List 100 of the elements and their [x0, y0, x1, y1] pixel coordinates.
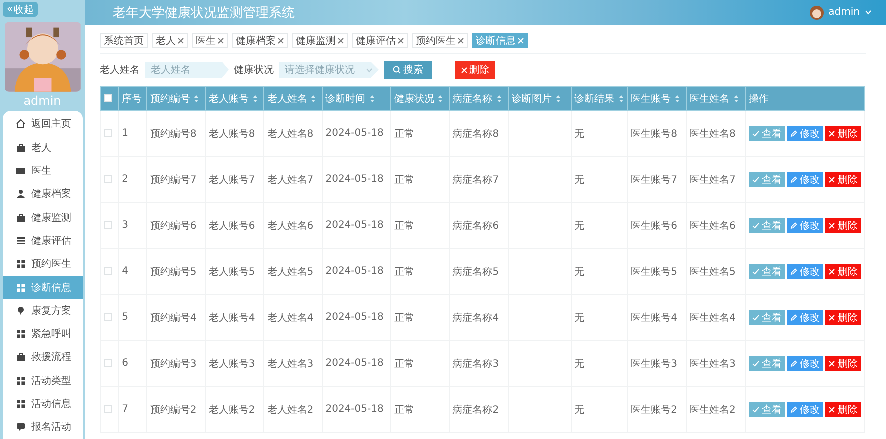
table-cell: 医生账号5 — [631, 266, 678, 278]
delete-button[interactable]: 删除 — [824, 402, 861, 417]
table-cell: 老人姓名8 — [267, 128, 314, 140]
close-icon — [828, 406, 836, 414]
table-cell: 医生姓名7 — [690, 174, 736, 186]
tab[interactable]: 诊断信息 — [472, 33, 528, 48]
sort-icon — [675, 94, 680, 102]
edit-button[interactable]: 修改 — [786, 356, 823, 371]
checkbox[interactable] — [104, 405, 112, 414]
table-cell: 无 — [574, 266, 585, 278]
delete-button[interactable]: 删除 — [824, 356, 861, 371]
checkbox[interactable] — [104, 94, 112, 102]
sidebar-item[interactable]: 康复方案 — [2, 299, 82, 323]
delete-button[interactable]: 删除 — [824, 126, 861, 141]
table-cell: 2024-05-18 — [326, 404, 384, 415]
sort-icon — [438, 94, 444, 102]
edit-button[interactable]: 修改 — [786, 218, 823, 233]
sidebar-item[interactable]: 活动信息 — [2, 392, 82, 416]
table-cell: 无 — [574, 312, 585, 324]
sidebar-item[interactable]: 返回主页 — [2, 112, 82, 136]
table-cell: 正常 — [394, 266, 414, 278]
view-button[interactable]: 查看 — [748, 310, 785, 325]
pencil-icon — [790, 176, 798, 184]
checkbox[interactable] — [104, 175, 112, 184]
view-button[interactable]: 查看 — [748, 172, 785, 187]
table-cell: 正常 — [394, 220, 414, 232]
tab[interactable]: 预约医生 — [412, 33, 468, 48]
table-cell: 3 — [122, 220, 129, 231]
edit-button[interactable]: 修改 — [786, 126, 823, 141]
tab[interactable]: 健康监测 — [292, 33, 348, 48]
sidebar-item[interactable]: 活动类型 — [2, 369, 82, 392]
delete-button[interactable]: 删除 — [455, 61, 495, 79]
table-cell: 病症名称3 — [452, 358, 500, 370]
caret-icon — [366, 68, 373, 72]
table-cell: 预约编号5 — [150, 266, 197, 278]
delete-button[interactable]: 删除 — [824, 172, 861, 187]
table-cell: 老人账号8 — [208, 128, 256, 140]
tab[interactable]: 医生 — [192, 33, 228, 48]
table-cell: 老人姓名7 — [267, 174, 314, 186]
collapse-button[interactable]: «收起 — [3, 2, 38, 17]
pencil-icon — [790, 268, 798, 276]
input-field[interactable]: 老人姓名 — [145, 62, 229, 78]
sidebar-item[interactable]: 健康评估 — [2, 229, 82, 253]
edit-button[interactable]: 修改 — [786, 310, 823, 325]
sidebar-item[interactable]: 诊断信息 — [2, 276, 82, 300]
search-icon — [392, 66, 400, 74]
tab[interactable]: 健康评估 — [352, 33, 408, 48]
view-button[interactable]: 查看 — [748, 126, 785, 141]
view-button[interactable]: 查看 — [748, 264, 785, 279]
sidebar-item[interactable]: 医生 — [2, 159, 82, 183]
tab[interactable]: 老人 — [152, 33, 188, 48]
delete-button[interactable]: 删除 — [824, 264, 861, 279]
pencil-icon — [790, 130, 798, 138]
table-cell: 老人姓名2 — [267, 404, 314, 416]
checkbox[interactable] — [104, 359, 112, 368]
sidebar-item[interactable]: 救援流程 — [2, 346, 82, 370]
sidebar-item[interactable]: 报名活动 — [2, 416, 82, 439]
sidebar-item[interactable]: 紧急呼叫 — [2, 322, 82, 346]
view-button[interactable]: 查看 — [748, 402, 785, 417]
sidebar-item[interactable]: 健康监测 — [2, 206, 82, 230]
table-cell: 正常 — [394, 358, 414, 370]
sidebar-item[interactable]: 预约医生 — [2, 252, 82, 276]
select-field[interactable]: 请选择健康状况 — [279, 62, 379, 78]
table-cell: 老人账号4 — [208, 312, 256, 324]
checkbox[interactable] — [104, 267, 112, 276]
sidebar-item[interactable]: 健康档案 — [2, 182, 82, 206]
table-cell: 病症名称5 — [452, 266, 500, 278]
table-cell: 老人姓名3 — [267, 358, 314, 370]
edit-button[interactable]: 修改 — [786, 264, 823, 279]
close-icon — [278, 38, 284, 44]
delete-button[interactable]: 删除 — [824, 218, 861, 233]
user-menu[interactable]: admin — [828, 7, 860, 18]
check-icon — [752, 406, 760, 414]
tab[interactable]: 系统首页 — [100, 33, 148, 48]
delete-button[interactable]: 删除 — [824, 310, 861, 325]
view-button[interactable]: 查看 — [748, 218, 785, 233]
check-icon — [752, 130, 760, 138]
edit-button[interactable]: 修改 — [786, 172, 823, 187]
column-header: 序号 — [122, 92, 142, 106]
table-cell: 6 — [122, 358, 129, 369]
checkbox[interactable] — [104, 129, 112, 138]
table-cell: 4 — [122, 266, 129, 277]
sort-icon — [734, 94, 739, 102]
close-icon — [338, 38, 344, 44]
id-card-icon — [16, 166, 26, 176]
check-icon — [752, 360, 760, 368]
edit-button[interactable]: 修改 — [786, 402, 823, 417]
sidebar-item[interactable]: 老人 — [2, 136, 82, 160]
checkbox[interactable] — [104, 313, 112, 322]
checkbox[interactable] — [104, 221, 112, 230]
table-cell: 预约编号3 — [150, 358, 197, 370]
close-icon — [518, 38, 524, 44]
close-icon — [828, 222, 836, 230]
search-button[interactable]: 搜索 — [384, 61, 432, 79]
table-cell: 老人姓名5 — [267, 266, 314, 278]
table-cell: 无 — [574, 358, 585, 370]
tab[interactable]: 健康档案 — [232, 33, 288, 48]
view-button[interactable]: 查看 — [748, 356, 785, 371]
table-cell: 病症名称2 — [452, 404, 500, 416]
caret-icon — [865, 10, 872, 15]
